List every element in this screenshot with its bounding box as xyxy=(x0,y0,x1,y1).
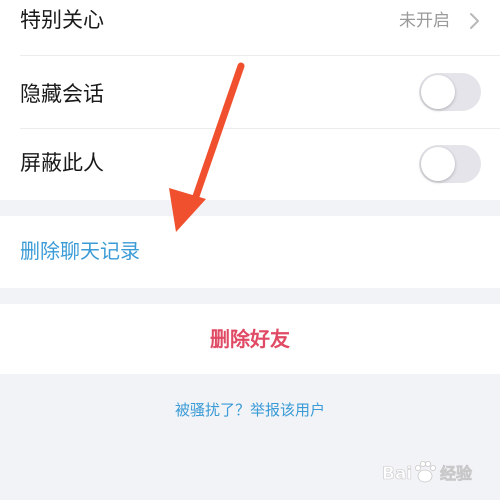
block-person-row: 屏蔽此人 xyxy=(0,129,500,200)
baidu-jingyan-watermark: Bai 经验 xyxy=(382,461,473,484)
special-care-status: 未开启 xyxy=(399,11,450,31)
chat-settings-page: 特别关心 未开启 隐藏会话 屏蔽此人 删除聊天记录 删除好友 被骚扰了？举报该用… xyxy=(0,0,500,500)
delete-chat-history-row[interactable]: 删除聊天记录 xyxy=(0,216,500,288)
delete-chat-history-link[interactable]: 删除聊天记录 xyxy=(20,239,140,263)
special-care-row[interactable]: 特别关心 未开启 xyxy=(0,0,500,55)
delete-friend-button[interactable]: 删除好友 xyxy=(0,327,500,351)
block-person-label: 屏蔽此人 xyxy=(20,151,104,175)
special-care-label: 特别关心 xyxy=(20,8,104,32)
toggle-knob xyxy=(421,147,455,181)
delete-friend-row[interactable]: 删除好友 xyxy=(0,304,500,374)
svg-text:Bai: Bai xyxy=(382,464,412,484)
hide-chat-toggle[interactable] xyxy=(419,73,481,111)
svg-text:经验: 经验 xyxy=(440,464,473,483)
report-user-link[interactable]: 被骚扰了？举报该用户 xyxy=(0,400,500,420)
hide-chat-row: 隐藏会话 xyxy=(0,56,500,128)
hide-chat-label: 隐藏会话 xyxy=(20,82,104,106)
chevron-right-icon xyxy=(470,13,479,29)
block-person-toggle[interactable] xyxy=(419,145,481,183)
toggle-knob xyxy=(421,75,455,109)
